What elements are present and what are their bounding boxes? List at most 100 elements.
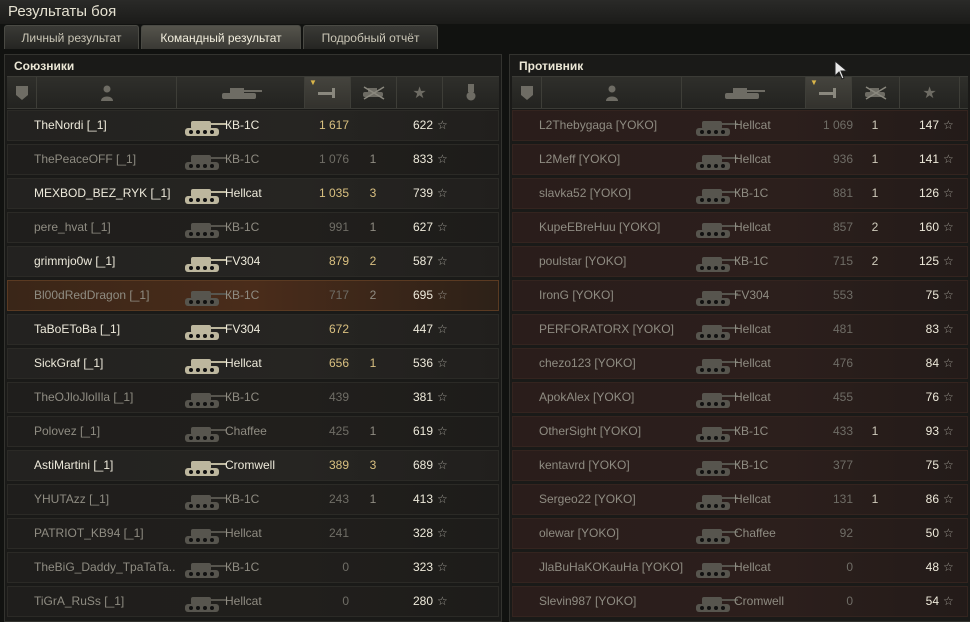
medal-column-header[interactable] [443,77,499,108]
damage-value: 0 [342,560,349,574]
table-row[interactable]: MEXBOD_BEZ_RYK [_1] Hellcat 1 035 3 739 ☆ [7,178,499,209]
table-row[interactable]: pere_hvat [_1] КВ-1С 991 1 627 ☆ [7,212,499,243]
window-title: Результаты боя [8,3,117,20]
table-row[interactable]: TheOJloJlolIla [_1] КВ-1С 439 381 ☆ [7,382,499,413]
damage-value: 433 [832,424,853,438]
table-row[interactable]: OtherSight [YOKO] КВ-1С 433 1 93 ☆ [512,416,968,447]
tank-name: КВ-1С [225,492,260,506]
table-row[interactable]: TheBiG_Daddy_TpaTaTa.. КВ-1С 0 323 ☆ [7,552,499,583]
tank-thumbnail-icon [185,291,227,306]
tank-name: Hellcat [225,186,262,200]
table-row[interactable]: Polovez [_1] Chaffee 425 1 619 ☆ [7,416,499,447]
kills-column-header[interactable] [351,77,397,108]
xp-value: 381 [412,390,433,404]
xp-star-icon: ★ [412,84,427,102]
tank-column-header[interactable] [682,77,806,108]
tab-detailed-report[interactable]: Подробный отчёт [303,25,438,49]
player-name: olewar [YOKO] [539,526,620,540]
xp-star-icon: ☆ [437,118,448,132]
table-row[interactable]: IronG [YOKO] FV304 553 75 ☆ [512,280,968,311]
kills-column-header[interactable] [852,77,900,108]
player-name: TheNordi [_1] [34,118,107,132]
table-row[interactable]: slavka52 [YOKO] КВ-1С 881 1 126 ☆ [512,178,968,209]
table-row[interactable]: ApokAlex [YOKO] Hellcat 455 76 ☆ [512,382,968,413]
table-row[interactable]: olewar [YOKO] Chaffee 92 50 ☆ [512,518,968,549]
table-row[interactable]: L2Thebygaga [YOKO] Hellcat 1 069 1 147 ☆ [512,110,968,141]
player-name: JlaBuHaKOKauHa [YOKO] [539,560,684,574]
table-row[interactable]: grimmjo0w [_1] FV304 879 2 587 ☆ [7,246,499,277]
player-name: IronG [YOKO] [539,288,614,302]
kills-value: 2 [369,254,377,268]
player-column-header[interactable] [37,77,177,108]
rank-column-header[interactable] [7,77,37,108]
damage-column-header[interactable]: ▼ [305,77,351,108]
xp-value: 141 [918,152,939,166]
damage-value: 0 [342,594,349,608]
table-row[interactable]: Bl00dRedDragon [_1] КВ-1С 717 2 695 ☆ [7,280,499,311]
kills-value: 1 [369,152,377,166]
damage-icon [317,87,335,98]
damage-value: 1 617 [318,118,349,132]
damage-value: 0 [846,594,853,608]
xp-column-header[interactable]: ★ [397,77,443,108]
rank-icon [15,85,28,100]
xp-column-header[interactable]: ★ [900,77,960,108]
xp-value: 83 [925,322,939,336]
table-row[interactable]: PATRIOT_KB94 [_1] Hellcat 241 328 ☆ [7,518,499,549]
table-row[interactable]: JlaBuHaKOKauHa [YOKO] Hellcat 0 48 ☆ [512,552,968,583]
damage-value: 481 [832,322,853,336]
player-name: MEXBOD_BEZ_RYK [_1] [34,186,171,200]
damage-value: 715 [832,254,853,268]
xp-value: 447 [412,322,433,336]
table-row[interactable]: Slevin987 [YOKO] Cromwell 0 54 ☆ [512,586,968,617]
xp-star-icon: ☆ [943,526,954,540]
table-row[interactable]: TiGrA_RuSs [_1] Hellcat 0 280 ☆ [7,586,499,617]
tab-personal-result[interactable]: Личный результат [4,25,139,49]
kills-value [363,383,383,412]
player-name: Slevin987 [YOKO] [539,594,637,608]
player-name: ApokAlex [YOKO] [539,390,635,404]
xp-value: 75 [925,288,939,302]
xp-star-icon: ☆ [437,390,448,404]
tab-team-result[interactable]: Командный результат [141,25,301,49]
damage-column-header[interactable]: ▼ [806,77,852,108]
kills-value [865,451,885,480]
tank-thumbnail-icon [185,529,227,544]
tank-thumbnail-icon [185,427,227,442]
table-row[interactable]: kentavrd [YOKO] КВ-1С 377 75 ☆ [512,450,968,481]
player-column-header[interactable] [542,77,682,108]
xp-star-icon: ☆ [437,152,448,166]
tank-name: FV304 [225,254,261,268]
table-row[interactable]: TaBoEToBa [_1] FV304 672 447 ☆ [7,314,499,345]
xp-star-icon: ☆ [943,186,954,200]
table-row[interactable]: AstiMartini [_1] Cromwell 389 3 689 ☆ [7,450,499,481]
table-row[interactable]: KupeEBreHuu [YOKO] Hellcat 857 2 160 ☆ [512,212,968,243]
tank-thumbnail-icon [185,597,227,612]
table-row[interactable]: YHUTAzz [_1] КВ-1С 243 1 413 ☆ [7,484,499,515]
table-row[interactable]: poulstar [YOKO] КВ-1С 715 2 125 ☆ [512,246,968,277]
xp-star-icon: ☆ [437,492,448,506]
damage-value: 879 [328,254,349,268]
table-row[interactable]: Sergeo22 [YOKO] Hellcat 131 1 86 ☆ [512,484,968,515]
rank-column-header[interactable] [512,77,542,108]
xp-star-icon: ☆ [943,356,954,370]
tank-thumbnail-icon [696,189,738,204]
tank-thumbnail-icon [185,121,227,136]
table-row[interactable]: SickGraf [_1] Hellcat 656 1 536 ☆ [7,348,499,379]
player-icon [100,85,113,101]
table-row[interactable]: chezo123 [YOKO] Hellcat 476 84 ☆ [512,348,968,379]
tank-thumbnail-icon [185,223,227,238]
table-row[interactable]: ThePeaceOFF [_1] КВ-1С 1 076 1 833 ☆ [7,144,499,175]
kills-value [363,315,383,344]
tank-thumbnail-icon [696,563,738,578]
xp-value: 86 [925,492,939,506]
table-row[interactable]: TheNordi [_1] КВ-1С 1 617 622 ☆ [7,110,499,141]
table-row[interactable]: PERFORATORX [YOKO] Hellcat 481 83 ☆ [512,314,968,345]
xp-value: 622 [412,118,433,132]
xp-value: 619 [412,424,433,438]
table-row[interactable]: L2Meff [YOKO] Hellcat 936 1 141 ☆ [512,144,968,175]
tank-thumbnail-icon [696,223,738,238]
tank-column-header[interactable] [177,77,305,108]
kills-value [865,587,885,616]
kills-value: 1 [871,424,879,438]
